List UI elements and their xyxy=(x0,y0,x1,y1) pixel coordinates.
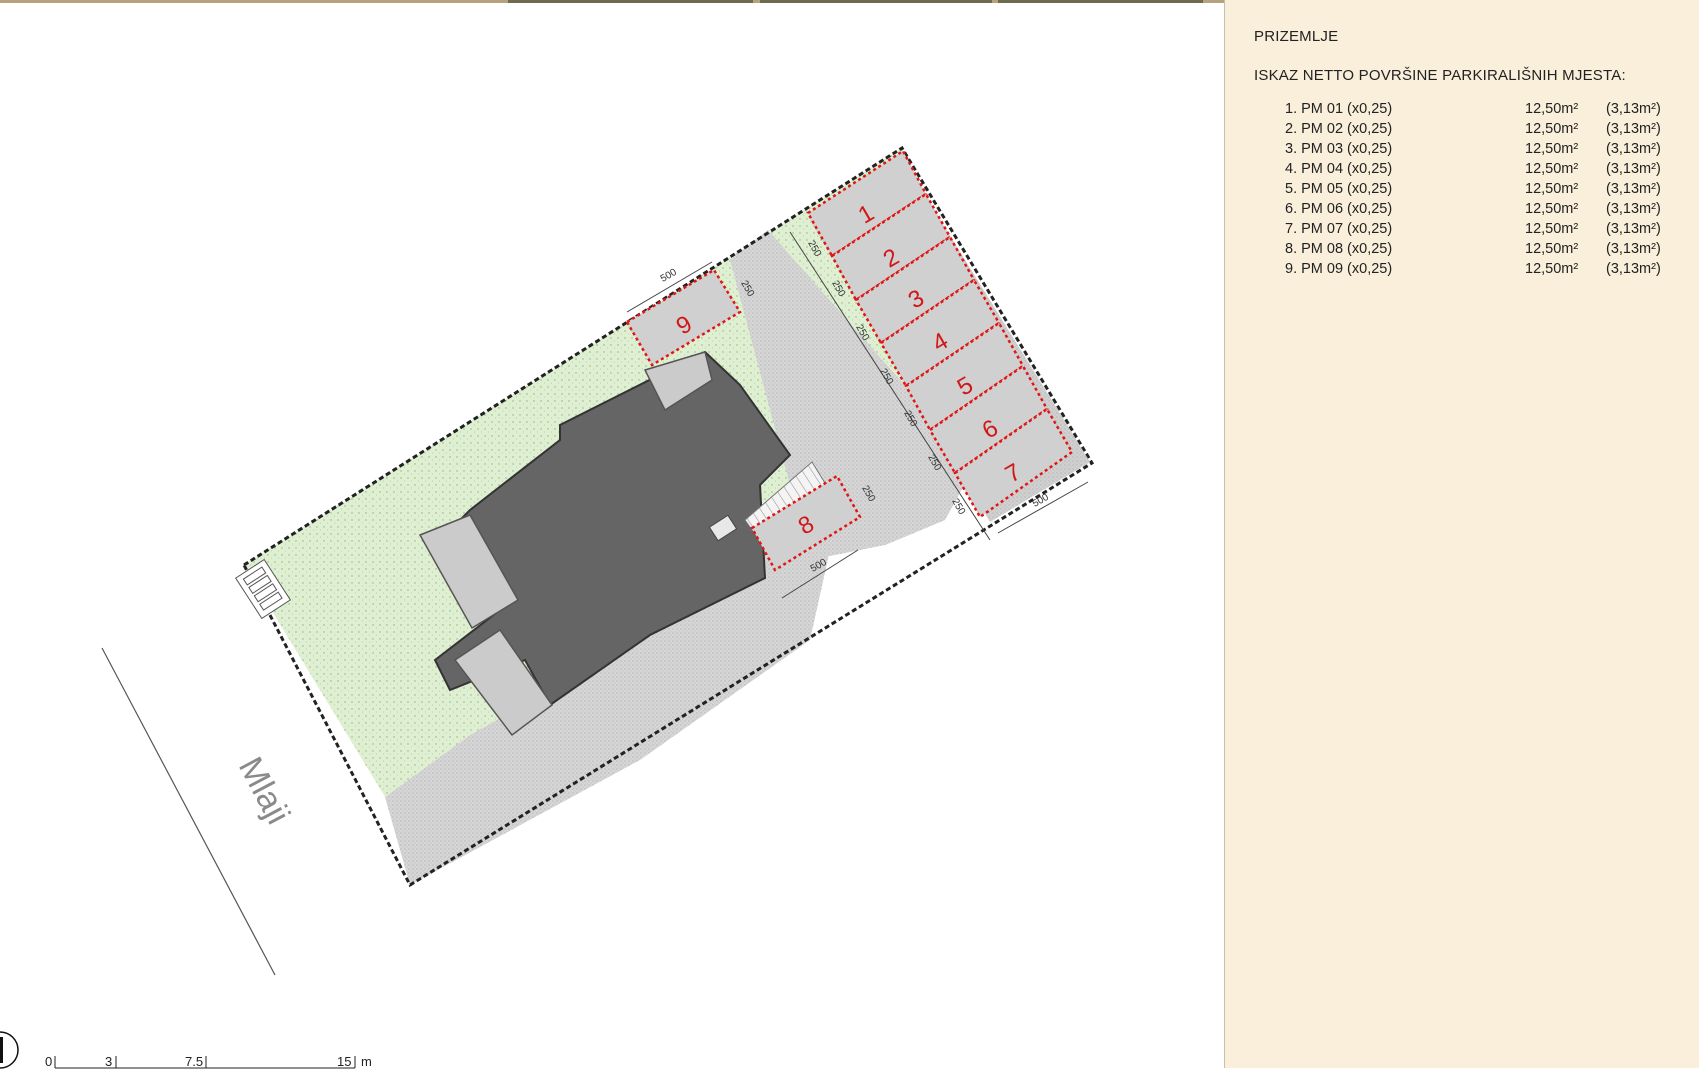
site-plan: Mlaji 123456789 250250250250250250250250… xyxy=(0,145,1095,1069)
dimension-label-250: 250 xyxy=(949,497,967,517)
pm-area: 12,50m² xyxy=(1525,221,1579,237)
pm-label: 8. PM 08 (x0,25) xyxy=(1285,241,1393,257)
pm-label: 6. PM 06 (x0,25) xyxy=(1285,201,1393,217)
pm-area: 12,50m² xyxy=(1525,201,1579,217)
pm-area: 12,50m² xyxy=(1525,141,1579,157)
pm-area: 12,50m² xyxy=(1525,181,1579,197)
pm-area: 12,50m² xyxy=(1525,261,1579,277)
panel-subtitle: ISKAZ NETTO POVRŠINE PARKIRALIŠNIH MJEST… xyxy=(1254,67,1626,84)
street-line xyxy=(101,647,276,976)
dimension-label-500: 500 xyxy=(659,267,679,285)
pm-label: 4. PM 04 (x0,25) xyxy=(1285,161,1393,177)
pm-net: (3,13m²) xyxy=(1606,141,1661,157)
pm-net: (3,13m²) xyxy=(1606,241,1661,257)
scale-tick-15: 15 xyxy=(337,1054,351,1069)
pm-net: (3,13m²) xyxy=(1606,161,1661,177)
info-panel: PRIZEMLJE ISKAZ NETTO POVRŠINE PARKIRALI… xyxy=(1224,0,1699,1068)
pm-net: (3,13m²) xyxy=(1606,121,1661,137)
pm-label: 9. PM 09 (x0,25) xyxy=(1285,261,1393,277)
street-label: Mlaji xyxy=(231,751,297,831)
pm-area: 12,50m² xyxy=(1525,241,1579,257)
pm-label: 7. PM 07 (x0,25) xyxy=(1285,221,1393,237)
scale-bar: 0 3 7.5 15 m xyxy=(45,1054,372,1069)
scale-tick-7-5: 7.5 xyxy=(185,1054,203,1069)
pm-label: 1. PM 01 (x0,25) xyxy=(1285,101,1393,117)
scale-tick-3: 3 xyxy=(105,1054,112,1069)
pm-net: (3,13m²) xyxy=(1606,261,1661,277)
pm-net: (3,13m²) xyxy=(1606,221,1661,237)
pm-area: 12,50m² xyxy=(1525,121,1579,137)
pm-area: 12,50m² xyxy=(1525,161,1579,177)
pm-label: 5. PM 05 (x0,25) xyxy=(1285,181,1393,197)
pm-net: (3,13m²) xyxy=(1606,101,1661,117)
scale-tick-0: 0 xyxy=(45,1054,52,1069)
pm-area: 12,50m² xyxy=(1525,101,1579,117)
panel-title: PRIZEMLJE xyxy=(1254,28,1339,45)
pm-net: (3,13m²) xyxy=(1606,201,1661,217)
pm-label: 3. PM 03 (x0,25) xyxy=(1285,141,1393,157)
scale-unit: m xyxy=(361,1054,372,1069)
pm-net: (3,13m²) xyxy=(1606,181,1661,197)
north-arrow xyxy=(0,1031,19,1069)
pm-label: 2. PM 02 (x0,25) xyxy=(1285,121,1393,137)
